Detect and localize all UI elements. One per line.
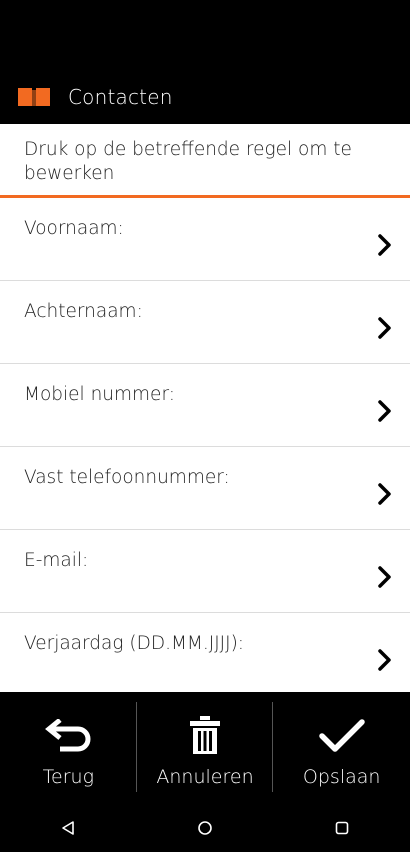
home-circle-icon[interactable] <box>175 808 235 848</box>
chevron-right-icon <box>378 317 391 339</box>
back-triangle-icon[interactable] <box>38 808 98 848</box>
field-row-landline-number[interactable]: Vast telefoonnummer: <box>0 447 410 530</box>
recents-square-icon[interactable] <box>312 808 372 848</box>
app-header: Contacten <box>0 70 410 124</box>
back-arrow-icon <box>44 716 92 756</box>
field-row-last-name[interactable]: Achternaam: <box>0 281 410 364</box>
back-button-label: Terug <box>42 766 94 788</box>
page-title: Contacten <box>68 85 173 109</box>
field-label: E-mail: <box>24 550 89 571</box>
instruction-text: Druk op de betreffende regel om te bewer… <box>24 139 352 184</box>
chevron-right-icon <box>378 566 391 588</box>
field-label: Vast telefoonnummer: <box>24 467 230 488</box>
checkmark-icon <box>318 716 366 756</box>
system-navigation-bar <box>0 804 410 852</box>
field-label: Verjaardag (DD.MM.JJJJ): <box>24 633 245 654</box>
save-button-label: Opslaan <box>302 766 381 788</box>
status-bar <box>0 0 410 70</box>
field-row-birthday[interactable]: Verjaardag (DD.MM.JJJJ): <box>0 613 410 696</box>
book-icon <box>18 87 54 107</box>
field-label: Voornaam: <box>24 218 124 239</box>
cancel-button-label: Annuleren <box>156 766 254 788</box>
cancel-button[interactable]: Annuleren <box>137 692 274 804</box>
back-button[interactable]: Terug <box>0 692 137 804</box>
action-bar: Terug Annuleren Opslaan <box>0 692 410 804</box>
chevron-right-icon <box>378 400 391 422</box>
field-list: Voornaam: Achternaam: Mobiel nummer: Vas… <box>0 198 410 692</box>
field-row-first-name[interactable]: Voornaam: <box>0 198 410 281</box>
field-label: Achternaam: <box>24 301 143 322</box>
field-row-email[interactable]: E-mail: <box>0 530 410 613</box>
chevron-right-icon <box>378 649 391 671</box>
instruction-banner: Druk op de betreffende regel om te bewer… <box>0 124 410 198</box>
chevron-right-icon <box>378 483 391 505</box>
field-label: Mobiel nummer: <box>24 384 175 405</box>
field-row-mobile-number[interactable]: Mobiel nummer: <box>0 364 410 447</box>
trash-icon <box>189 716 221 756</box>
save-button[interactable]: Opslaan <box>273 692 410 804</box>
chevron-right-icon <box>378 234 391 256</box>
